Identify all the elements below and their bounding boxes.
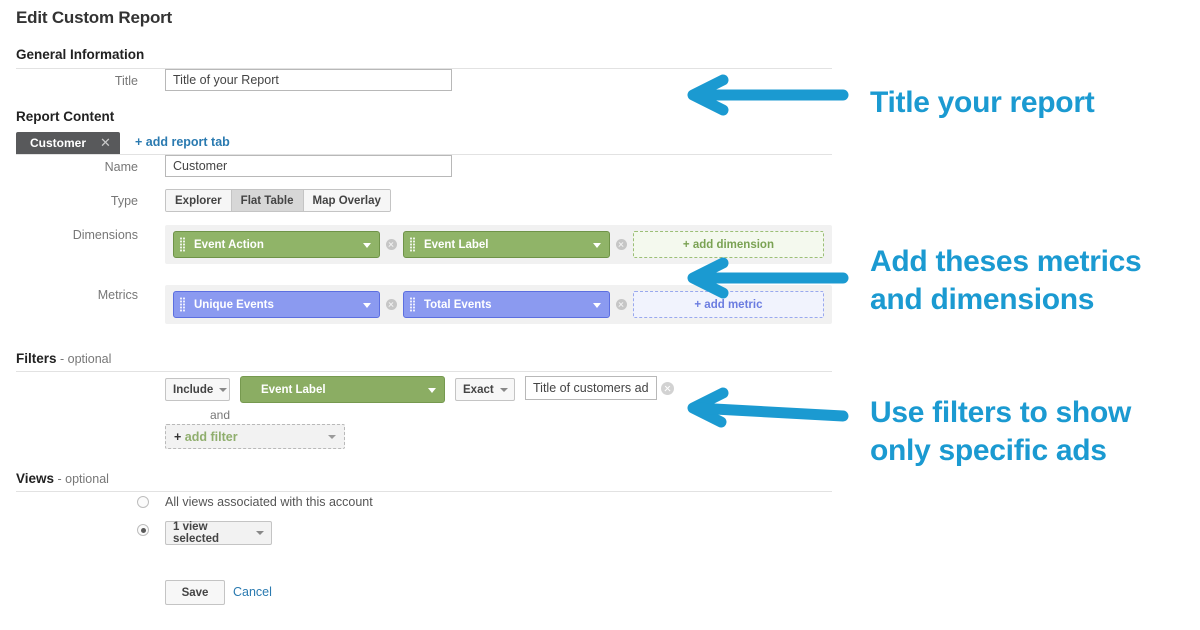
close-icon[interactable]: ✕ [100,135,111,151]
remove-metric-icon[interactable] [615,299,627,310]
chevron-down-icon [256,531,264,535]
metric-pill-unique-events[interactable]: Unique Events [173,291,380,318]
drag-handle-icon[interactable] [180,237,185,252]
remove-dimension-icon[interactable] [615,239,627,250]
annotation-line: and dimensions [870,283,1095,317]
filter-match-type-select[interactable]: Exact [455,378,515,401]
add-filter-plus: + [174,429,185,444]
chevron-down-icon[interactable] [592,302,601,308]
filter-value-input[interactable]: Title of customers ad [525,376,657,400]
dimension-pill-event-action[interactable]: Event Action [173,231,380,258]
annotation-line: Use filters to show [870,396,1132,429]
filter-include-label: Include [173,383,214,396]
add-filter-button[interactable]: + add filter [165,424,345,449]
title-field-label: Title [114,74,138,88]
divider-filters [16,371,832,372]
chevron-down-icon [328,434,336,439]
view-selector-label: 1 view selected [173,521,220,545]
report-tab-customer[interactable]: Customer ✕ [16,132,120,154]
annotation-arrow-filters [687,387,849,428]
annotation-line: Add theses metrics [870,245,1142,278]
type-option-explorer[interactable]: Explorer [166,190,232,211]
type-field-label: Type [110,194,138,208]
divider-views [16,491,832,492]
page-title: Edit Custom Report [16,8,173,27]
dimension-pill-label: Event Label [423,238,489,251]
filters-optional-label: - optional [56,352,112,366]
drag-handle-icon[interactable] [409,297,415,312]
type-option-map-overlay[interactable]: Map Overlay [303,190,390,211]
type-option-flat-table[interactable]: Flat Table [231,190,304,211]
annotation-arrow-metrics [687,257,849,299]
annotation-add-metrics-dimensions: Add theses metrics and dimensions [870,243,1142,320]
cancel-button[interactable]: Cancel [233,585,272,599]
metric-pill-label: Unique Events [194,298,274,311]
remove-metric-icon[interactable] [385,299,397,310]
metric-pill-total-events[interactable]: Total Events [402,291,610,318]
annotation-line: Title your report [870,86,1095,119]
chevron-down-icon [499,387,508,392]
chevron-down-icon[interactable] [428,387,436,393]
chevron-down-icon [219,387,228,392]
section-heading-views: Views - optional [16,471,109,486]
dimension-pill-event-label[interactable]: Event Label [402,231,610,258]
annotation-use-filters: Use filters to show only specific ads [870,394,1131,471]
name-input[interactable]: Customer [165,155,452,177]
dimensions-field-label: Dimensions [72,228,138,242]
save-button[interactable]: Save [165,580,225,605]
section-heading-filters: Filters - optional [16,351,111,366]
add-report-tab-button[interactable]: + add report tab [135,135,230,149]
remove-dimension-icon[interactable] [385,239,397,250]
filters-label: Filters [16,351,57,366]
filter-and-label: and [210,408,231,422]
radio-selected-views[interactable] [137,524,149,536]
drag-handle-icon[interactable] [409,237,415,252]
add-dimension-button[interactable]: + add dimension [632,231,824,258]
name-field-label: Name [104,160,138,174]
report-tab-label: Customer [30,136,87,150]
chevron-down-icon[interactable] [362,302,371,308]
general-information-label: General Information [16,47,145,62]
annotation-title-your-report: Title your report [870,84,1095,122]
filter-field-pill-label: Event Label [261,383,326,396]
remove-filter-icon[interactable] [661,382,674,395]
chevron-down-icon[interactable] [592,242,601,248]
filter-include-select[interactable]: Include [165,378,230,401]
type-button-group: Explorer Flat Table Map Overlay [165,189,391,212]
metric-pill-label: Total Events [423,298,492,311]
drag-handle-icon[interactable] [180,297,185,312]
annotation-arrow-title [687,74,849,116]
view-selector-dropdown[interactable]: 1 view selected [165,521,272,545]
views-optional-label: - optional [54,472,109,486]
dimension-pill-label: Event Action [194,238,264,251]
section-heading-report-content: Report Content [16,109,114,124]
filter-field-pill-event-label[interactable]: Event Label [240,376,445,403]
views-label: Views [16,471,55,486]
report-content-label: Report Content [16,109,115,124]
metrics-field-label: Metrics [97,288,138,302]
section-heading-general-information: General Information [16,47,144,62]
filter-match-type-label: Exact [463,383,494,396]
annotation-line: only specific ads [870,434,1107,468]
chevron-down-icon[interactable] [362,242,371,248]
title-input[interactable]: Title of your Report [165,69,452,91]
radio-all-views-label: All views associated with this account [165,495,373,509]
radio-all-views[interactable] [137,496,149,508]
add-filter-label: add filter [184,429,238,444]
